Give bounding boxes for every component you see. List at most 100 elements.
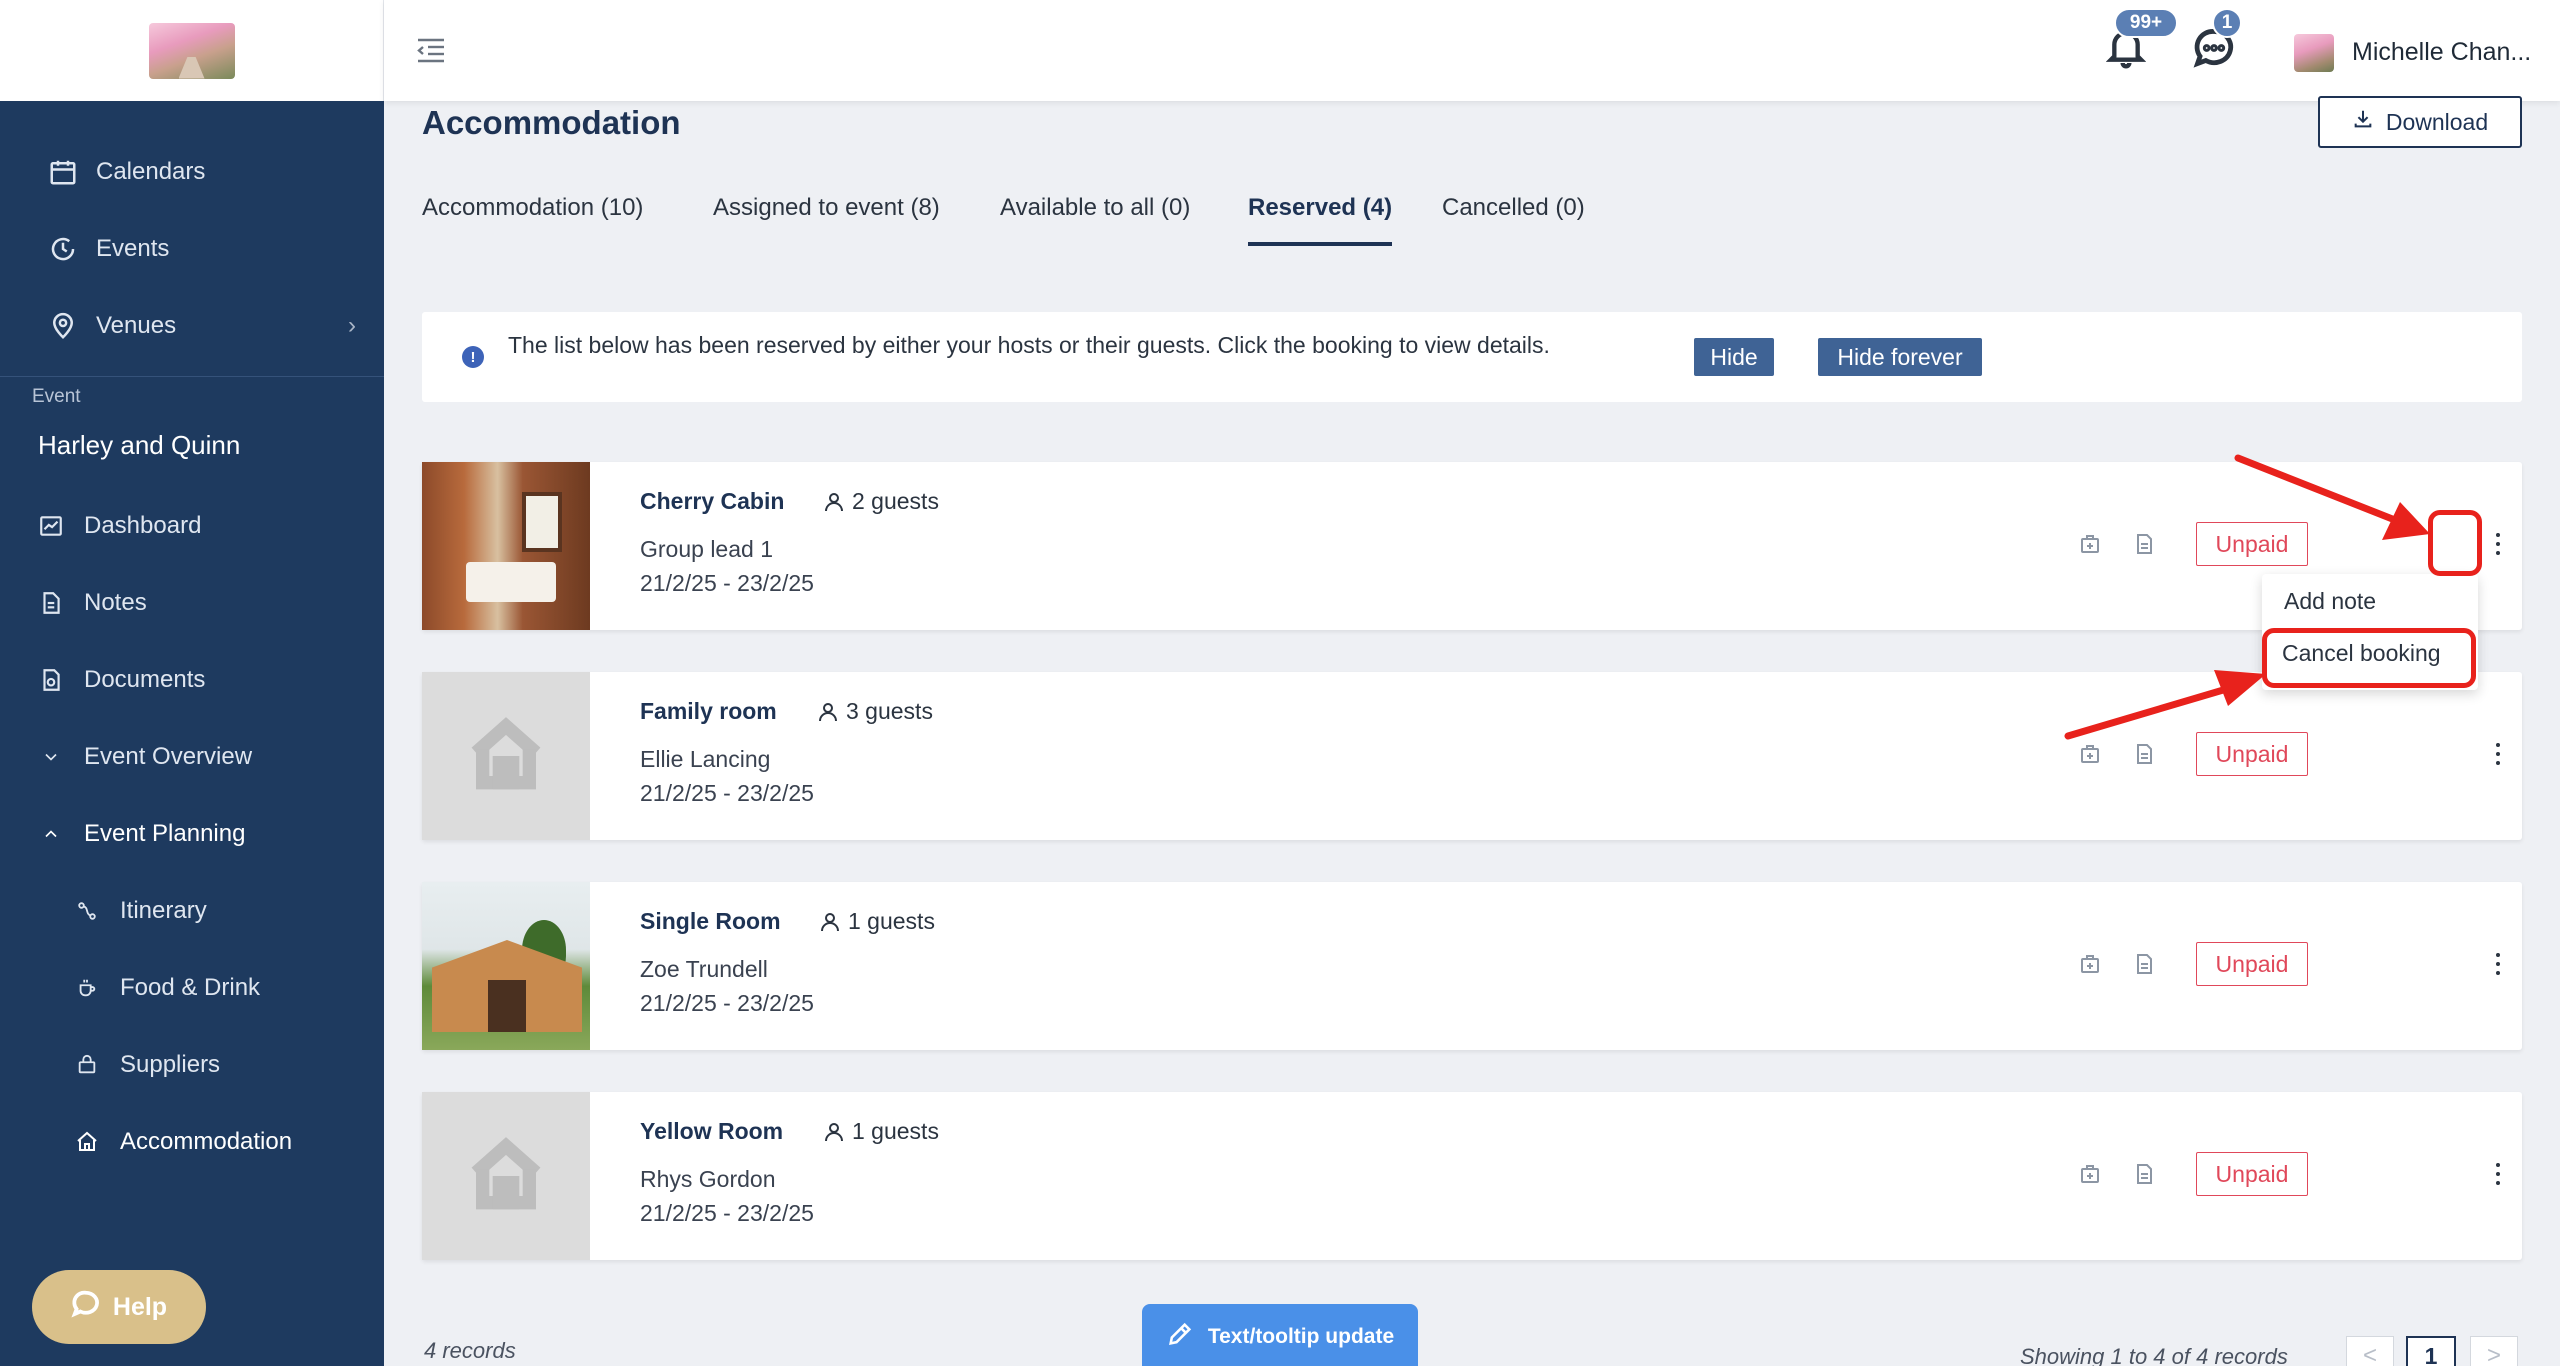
more-options-icon[interactable] <box>2486 734 2510 774</box>
booking-dates: 21/2/25 - 23/2/25 <box>640 570 814 596</box>
more-options-icon[interactable] <box>2486 944 2510 984</box>
event-caption: Event <box>32 386 81 407</box>
info-icon: ! <box>462 346 484 368</box>
document-icon[interactable] <box>2132 952 2156 976</box>
documents-icon <box>34 663 68 697</box>
sidebar-item-label: Documents <box>84 666 206 693</box>
sidebar-divider <box>0 376 384 377</box>
sidebar-item-label: Calendars <box>96 158 206 185</box>
room-photo-placeholder <box>422 672 590 840</box>
guest-count: 1 guests <box>818 908 935 935</box>
room-name: Family room <box>640 698 777 724</box>
tab-assigned-to-event[interactable]: Assigned to event (8) <box>713 194 940 222</box>
booking-dates: 21/2/25 - 23/2/25 <box>640 990 814 1016</box>
lead-guest: Group lead 1 <box>640 536 773 562</box>
pagination-prev-button[interactable]: < <box>2346 1336 2394 1366</box>
events-icon <box>46 232 80 266</box>
tab-accommodation[interactable]: Accommodation (10) <box>422 194 643 222</box>
add-item-icon[interactable] <box>2078 1162 2102 1186</box>
person-icon <box>825 1122 843 1141</box>
person-icon <box>819 702 837 721</box>
booking-card[interactable]: Cherry Cabin 2 guests Group lead 1 21/2/… <box>422 462 2522 630</box>
info-banner: ! The list below has been reserved by ei… <box>422 312 2522 402</box>
avatar[interactable] <box>2294 34 2334 72</box>
sidebar-item-label: Venues <box>96 312 177 339</box>
brand-logo[interactable] <box>148 22 235 79</box>
document-icon[interactable] <box>2132 1162 2156 1186</box>
room-name: Yellow Room <box>640 1118 784 1144</box>
page-title: Accommodation <box>422 104 681 141</box>
sidebar-item-itinerary[interactable]: Itinerary <box>0 881 384 941</box>
sidebar-item-notes[interactable]: Notes <box>0 573 384 633</box>
user-name[interactable]: Michelle Chan... <box>2352 38 2531 67</box>
suppliers-icon <box>70 1048 104 1082</box>
top-bar: 99+ 1 Michelle Chan... <box>384 0 2560 101</box>
tab-reserved[interactable]: Reserved (4) <box>1248 194 1392 222</box>
lead-guest: Zoe Trundell <box>640 956 768 982</box>
sidebar-item-label: Suppliers <box>120 1051 221 1078</box>
chevron-right-icon: › <box>348 312 356 339</box>
sidebar-item-suppliers[interactable]: Suppliers <box>0 1035 384 1095</box>
sidebar-item-label: Events <box>96 235 170 262</box>
add-item-icon[interactable] <box>2078 952 2102 976</box>
chevron-down-icon <box>34 740 68 774</box>
guest-count: 1 guests <box>822 1118 939 1145</box>
sidebar-item-events[interactable]: Events <box>0 219 384 279</box>
more-options-icon[interactable] <box>2486 524 2510 564</box>
sidebar-item-label: Event Overview <box>84 743 253 770</box>
sidebar-item-label: Accommodation <box>120 1128 293 1155</box>
sidebar-item-venues[interactable]: Venues › <box>0 296 384 356</box>
download-label: Download <box>2385 108 2489 135</box>
booking-card[interactable]: Yellow Room 1 guests Rhys Gordon 21/2/25… <box>422 1092 2522 1260</box>
booking-card[interactable]: Single Room 1 guests Zoe Trundell 21/2/2… <box>422 882 2522 1050</box>
sidebar-item-label: Event Planning <box>84 820 246 847</box>
sidebar-item-label: Dashboard <box>84 512 202 539</box>
sidebar-item-label: Food & Drink <box>120 974 261 1001</box>
booking-dates: 21/2/25 - 23/2/25 <box>640 780 814 806</box>
tab-cancelled[interactable]: Cancelled (0) <box>1442 194 1585 222</box>
lead-guest: Rhys Gordon <box>640 1166 776 1192</box>
hide-button[interactable]: Hide <box>1694 338 1774 376</box>
sidebar-item-label: Itinerary <box>120 897 207 924</box>
document-icon[interactable] <box>2132 532 2156 556</box>
status-badge: Unpaid <box>2196 1152 2308 1196</box>
hide-forever-button[interactable]: Hide forever <box>1818 338 1982 376</box>
add-item-icon[interactable] <box>2078 532 2102 556</box>
text-tooltip-update-button[interactable]: Text/tooltip update <box>1142 1304 1418 1366</box>
person-icon <box>821 912 839 931</box>
info-text: The list below has been reserved by eith… <box>508 332 1550 358</box>
event-name[interactable]: Harley and Quinn <box>38 430 240 461</box>
sidebar-item-accommodation[interactable]: Accommodation <box>0 1112 384 1172</box>
annotation-highlight-cancel <box>2262 628 2476 688</box>
sidebar: Calendars Events Venues › Event Harley a… <box>0 0 384 1366</box>
sidebar-item-event-planning[interactable]: Event Planning <box>0 804 384 864</box>
showing-summary: Showing 1 to 4 of 4 records <box>2020 1344 2288 1366</box>
sidebar-item-calendars[interactable]: Calendars <box>0 142 384 202</box>
room-photo-placeholder <box>422 1092 590 1260</box>
lead-guest: Ellie Lancing <box>640 746 771 772</box>
tooltip-button-label: Text/tooltip update <box>1207 1325 1395 1348</box>
dashboard-icon <box>34 509 68 543</box>
pagination-next-button[interactable]: > <box>2470 1336 2518 1366</box>
menu-collapse-icon[interactable] <box>414 34 448 66</box>
message-badge: 1 <box>2212 8 2242 38</box>
chat-bubble-icon <box>71 1289 101 1326</box>
sidebar-item-dashboard[interactable]: Dashboard <box>0 496 384 556</box>
status-badge: Unpaid <box>2196 942 2308 986</box>
more-options-icon[interactable] <box>2486 1154 2510 1194</box>
sidebar-item-event-overview[interactable]: Event Overview <box>0 727 384 787</box>
person-icon <box>825 492 843 511</box>
sidebar-item-food-drink[interactable]: Food & Drink <box>0 958 384 1018</box>
calendar-icon <box>46 155 80 189</box>
logo-area <box>0 0 384 101</box>
pagination-page-button[interactable]: 1 <box>2406 1336 2456 1366</box>
help-button[interactable]: Help <box>32 1270 206 1344</box>
sidebar-item-label: Notes <box>84 589 147 616</box>
sidebar-item-documents[interactable]: Documents <box>0 650 384 710</box>
chevron-up-icon <box>34 817 68 851</box>
download-button[interactable]: Download <box>2318 96 2522 148</box>
add-note-menu-item[interactable]: Add note <box>2284 588 2376 615</box>
tab-available-to-all[interactable]: Available to all (0) <box>1000 194 1190 222</box>
notes-icon <box>34 586 68 620</box>
room-photo <box>422 882 590 1050</box>
